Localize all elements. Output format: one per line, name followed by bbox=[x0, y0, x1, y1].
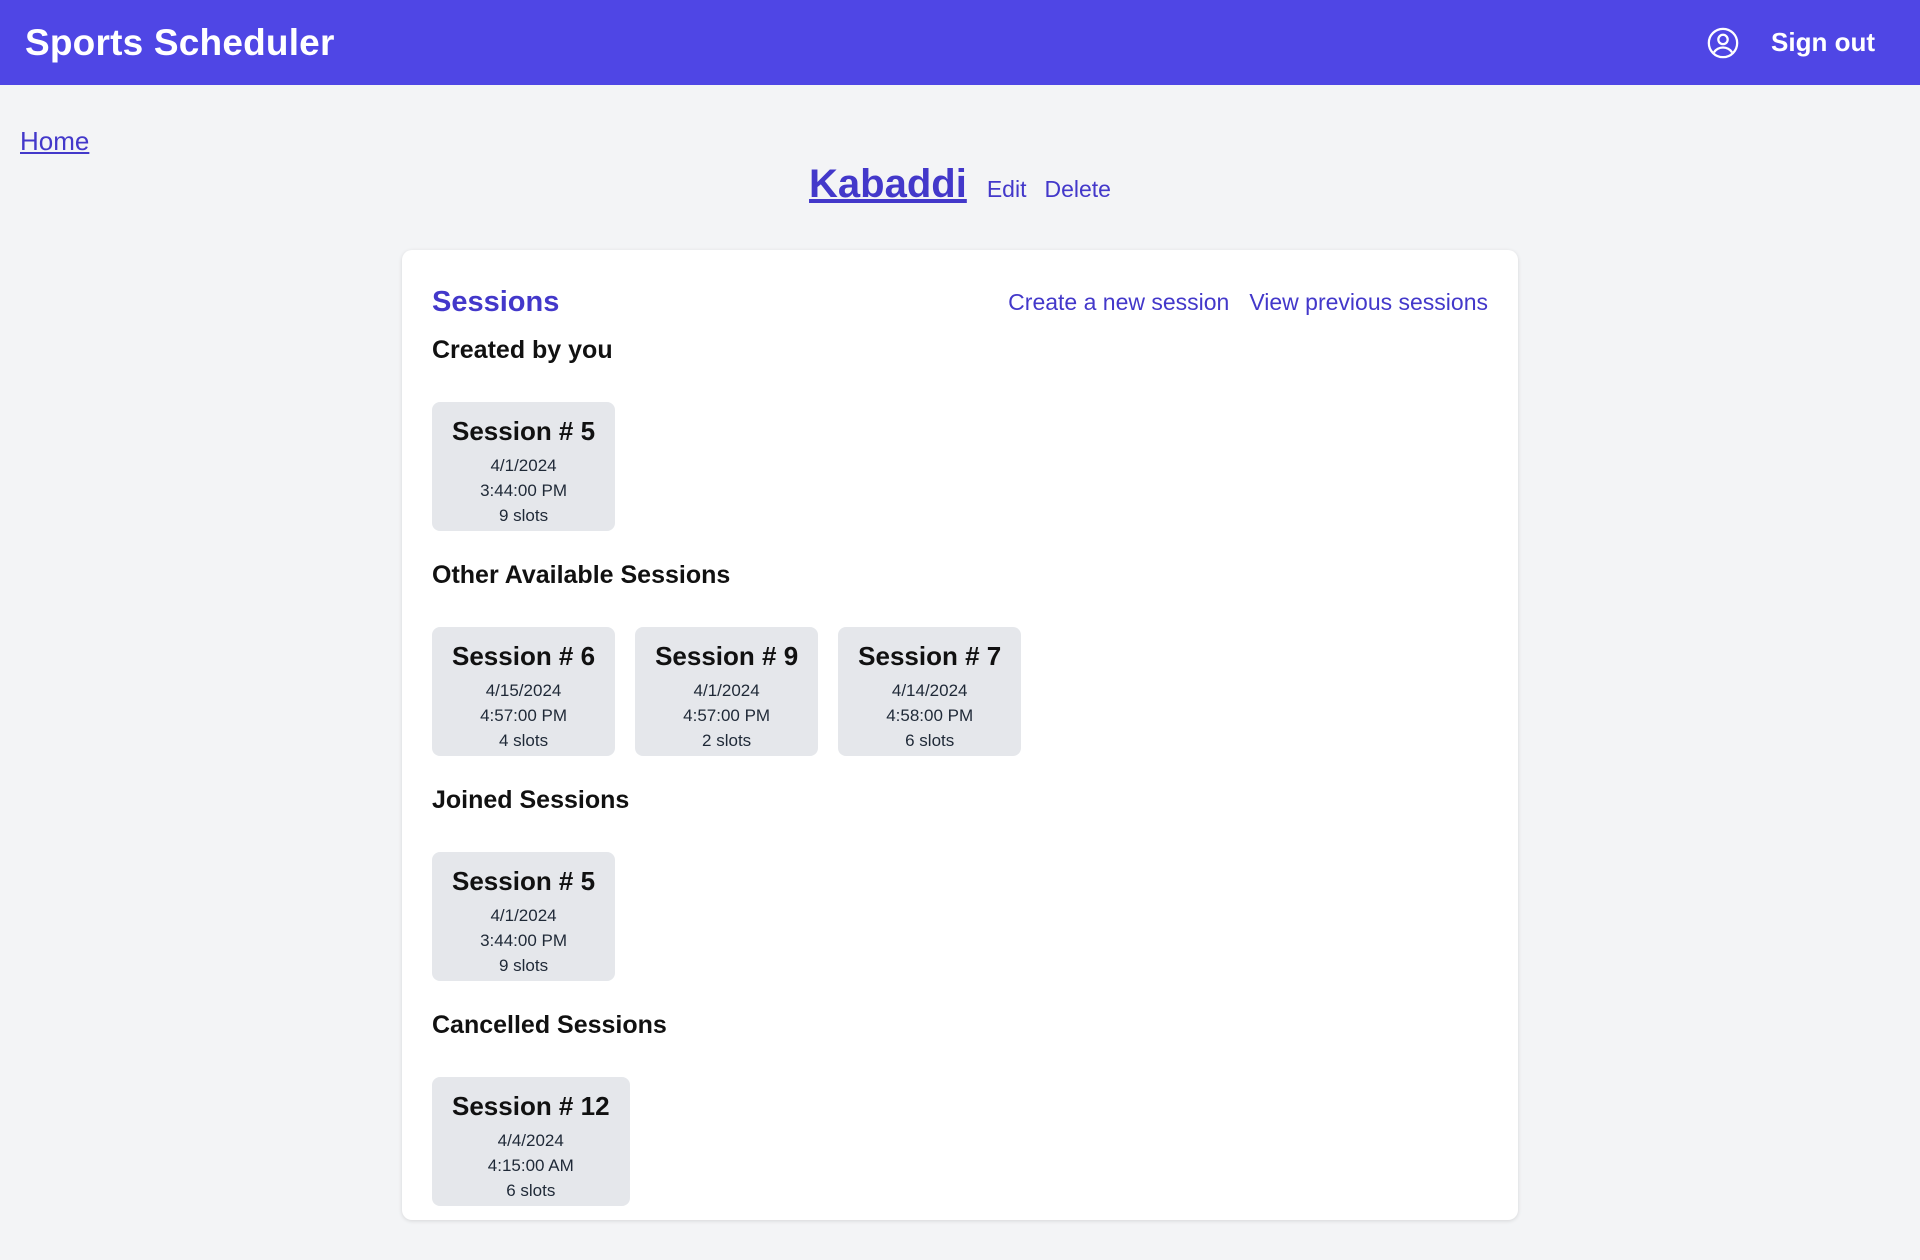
user-circle-icon[interactable] bbox=[1705, 25, 1741, 61]
session-slots: 6 slots bbox=[905, 731, 955, 750]
session-date: 4/1/2024 bbox=[490, 456, 557, 475]
session-tile[interactable]: Session # 12 4/4/2024 4:15:00 AM 6 slots bbox=[432, 1077, 630, 1206]
edit-sport-link[interactable]: Edit bbox=[987, 176, 1027, 203]
session-name: Session # 9 bbox=[655, 641, 799, 671]
sessions-header-links: Create a new session View previous sessi… bbox=[1008, 289, 1488, 316]
created-by-you-section: Created by you Session # 5 4/1/2024 3:44… bbox=[432, 336, 1488, 531]
session-time: 3:44:00 PM bbox=[480, 931, 568, 950]
session-date: 4/15/2024 bbox=[485, 681, 562, 700]
delete-sport-link[interactable]: Delete bbox=[1044, 176, 1110, 203]
sessions-heading: Sessions bbox=[432, 285, 560, 318]
joined-sessions-section: Joined Sessions Session # 5 4/1/2024 3:4… bbox=[432, 786, 1488, 981]
session-name: Session # 7 bbox=[858, 641, 1002, 671]
session-tile[interactable]: Session # 7 4/14/2024 4:58:00 PM 6 slots bbox=[838, 627, 1022, 756]
home-link[interactable]: Home bbox=[20, 126, 89, 157]
session-list: Session # 6 4/15/2024 4:57:00 PM 4 slots… bbox=[432, 627, 1488, 756]
session-time: 4:57:00 PM bbox=[480, 706, 568, 725]
session-list: Session # 12 4/4/2024 4:15:00 AM 6 slots bbox=[432, 1077, 1488, 1206]
section-title: Joined Sessions bbox=[432, 786, 630, 814]
cancelled-sessions-section: Cancelled Sessions Session # 12 4/4/2024… bbox=[432, 1011, 1488, 1206]
top-navbar: Sports Scheduler Sign out bbox=[0, 0, 1920, 85]
session-tile[interactable]: Session # 6 4/15/2024 4:57:00 PM 4 slots bbox=[432, 627, 616, 756]
section-title: Cancelled Sessions bbox=[432, 1011, 667, 1039]
session-slots: 6 slots bbox=[506, 1181, 556, 1200]
session-list: Session # 5 4/1/2024 3:44:00 PM 9 slots bbox=[432, 402, 1488, 531]
session-slots: 9 slots bbox=[498, 956, 549, 975]
session-name: Session # 6 bbox=[452, 641, 596, 671]
session-date: 4/1/2024 bbox=[693, 681, 760, 700]
session-name: Session # 12 bbox=[452, 1091, 610, 1121]
sessions-card: Sessions Create a new session View previ… bbox=[402, 250, 1518, 1220]
create-session-link[interactable]: Create a new session bbox=[1008, 289, 1229, 316]
session-slots: 2 slots bbox=[702, 731, 752, 750]
sign-out-button[interactable]: Sign out bbox=[1771, 27, 1875, 58]
session-date: 4/1/2024 bbox=[490, 906, 557, 925]
session-name: Session # 5 bbox=[452, 866, 596, 896]
view-previous-sessions-link[interactable]: View previous sessions bbox=[1249, 289, 1488, 316]
session-tile[interactable]: Session # 5 4/1/2024 3:44:00 PM 9 slots bbox=[432, 852, 616, 981]
session-name: Session # 5 bbox=[452, 416, 596, 446]
sport-title-row: Kabaddi Edit Delete bbox=[0, 162, 1920, 207]
section-title: Created by you bbox=[432, 336, 613, 364]
navbar-actions: Sign out bbox=[1705, 25, 1875, 61]
session-list: Session # 5 4/1/2024 3:44:00 PM 9 slots bbox=[432, 852, 1488, 981]
session-time: 4:58:00 PM bbox=[886, 706, 974, 725]
app-brand[interactable]: Sports Scheduler bbox=[25, 22, 335, 64]
session-time: 4:57:00 PM bbox=[683, 706, 771, 725]
section-title: Other Available Sessions bbox=[432, 561, 731, 589]
session-date: 4/4/2024 bbox=[497, 1131, 564, 1150]
session-slots: 9 slots bbox=[498, 506, 549, 525]
session-time: 4:15:00 AM bbox=[487, 1156, 574, 1175]
session-slots: 4 slots bbox=[498, 731, 549, 750]
sessions-card-header: Sessions Create a new session View previ… bbox=[432, 282, 1488, 322]
sport-title[interactable]: Kabaddi bbox=[809, 162, 967, 207]
other-available-sessions-section: Other Available Sessions Session # 6 4/1… bbox=[432, 561, 1488, 756]
session-tile[interactable]: Session # 9 4/1/2024 4:57:00 PM 2 slots bbox=[635, 627, 819, 756]
session-time: 3:44:00 PM bbox=[480, 481, 568, 500]
sport-actions: Edit Delete bbox=[987, 176, 1111, 203]
session-date: 4/14/2024 bbox=[891, 681, 968, 700]
session-tile[interactable]: Session # 5 4/1/2024 3:44:00 PM 9 slots bbox=[432, 402, 616, 531]
